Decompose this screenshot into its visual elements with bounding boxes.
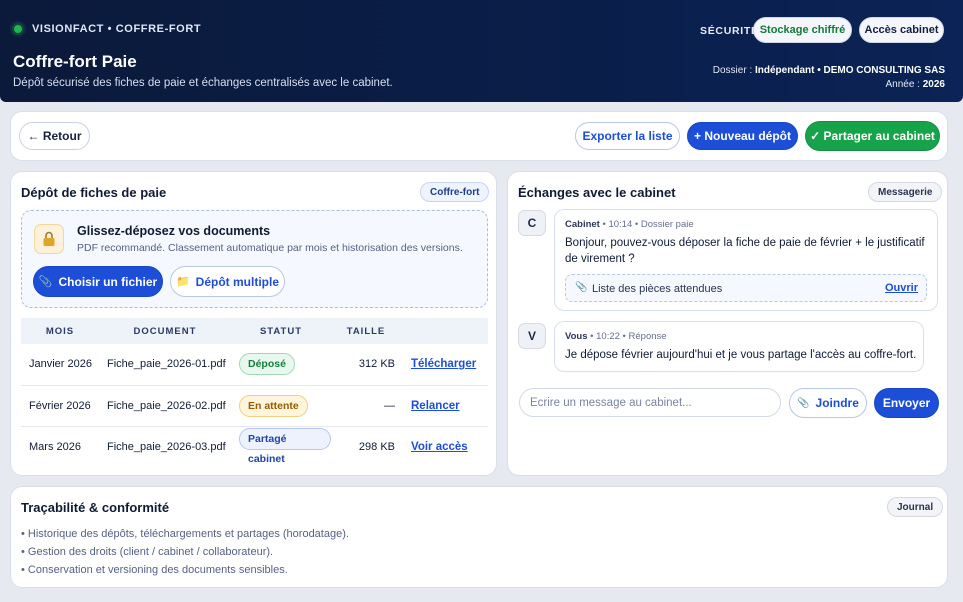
status-badge: Partagé cabinet: [239, 428, 331, 465]
status-badge: En attente: [239, 394, 308, 417]
multi-upload-button[interactable]: 📁 Dépôt multiple: [170, 266, 285, 297]
message-meta: Vous • 10:22 • Réponse: [565, 331, 667, 342]
message-bubble: Vous • 10:22 • Réponse Je dépose février…: [554, 321, 924, 372]
col-action: [401, 318, 488, 344]
journal-tag: Journal: [887, 497, 944, 517]
vault-tag: Coffre-fort: [420, 182, 490, 202]
lock-icon: [34, 224, 64, 254]
export-list-button[interactable]: Exporter la liste: [575, 122, 680, 150]
row-month: Février 2026: [21, 385, 99, 427]
app-header: VISIONFACT • COFFRE-FORT Coffre-fort Pai…: [0, 0, 963, 102]
message-text: Je dépose février aujourd'hui et je vous…: [565, 349, 917, 361]
send-button[interactable]: Envoyer: [874, 388, 939, 418]
dossier-info: Dossier : Indépendant • DEMO CONSULTING …: [713, 64, 945, 92]
attach-button[interactable]: 📎 Joindre: [789, 388, 867, 418]
cabinet-access-badge[interactable]: Accès cabinet: [859, 17, 944, 43]
payslip-table: MOIS DOCUMENT STATUT TAILLE Janvier 2026…: [21, 318, 488, 467]
dossier-value: Indépendant • DEMO CONSULTING SAS: [755, 65, 945, 76]
brand-label: VISIONFACT • COFFRE-FORT: [32, 23, 202, 35]
col-size: TAILLE: [331, 318, 401, 344]
multi-upload-label: Dépôt multiple: [195, 274, 280, 289]
table-row: Février 2026 Fiche_paie_2026-02.pdf En a…: [21, 385, 488, 427]
message-input[interactable]: [519, 388, 781, 417]
chat-panel: Échanges avec le cabinet Messagerie C Ca…: [507, 171, 948, 476]
message-bubble: Cabinet • 10:14 • Dossier paie Bonjour, …: [554, 209, 938, 311]
col-document: DOCUMENT: [99, 318, 231, 344]
row-document: Fiche_paie_2026-02.pdf: [99, 385, 231, 427]
row-size: 298 KB: [358, 440, 395, 453]
brand: VISIONFACT • COFFRE-FORT: [12, 23, 201, 35]
deposit-panel: Dépôt de fiches de paie Coffre-fort Glis…: [10, 171, 497, 476]
table-row: Mars 2026 Fiche_paie_2026-03.pdf Partagé…: [21, 426, 488, 467]
paperclip-icon: 📎: [575, 282, 588, 293]
table-row: Janvier 2026 Fiche_paie_2026-01.pdf Dépo…: [21, 344, 488, 386]
chat-title: Échanges avec le cabinet: [518, 185, 676, 200]
col-month: MOIS: [21, 318, 99, 344]
back-button[interactable]: ← Retour: [19, 122, 90, 150]
download-link[interactable]: Télécharger: [411, 358, 476, 370]
avatar: C: [518, 210, 546, 236]
choose-file-label: Choisir un fichier: [58, 274, 158, 289]
dropzone-title: Glissez-déposez vos documents: [77, 224, 271, 238]
dropzone-subtitle: PDF recommandé. Classement automatique p…: [77, 242, 463, 254]
row-month: Mars 2026: [29, 440, 81, 453]
share-cabinet-button[interactable]: ✓ Partager au cabinet: [805, 121, 940, 151]
folder-icon: 📁: [175, 276, 190, 288]
encrypted-storage-badge[interactable]: Stockage chiffré: [753, 17, 852, 43]
open-attachment-link[interactable]: Ouvrir: [885, 282, 918, 294]
deposit-title: Dépôt de fiches de paie: [21, 185, 167, 200]
message-author: Cabinet: [565, 219, 600, 230]
status-badge: Déposé: [239, 353, 295, 376]
attach-label: Joindre: [815, 396, 859, 410]
attachment[interactable]: 📎 Liste des pièces attendues Ouvrir: [565, 274, 927, 302]
message-text: Bonjour, pouvez-vous déposer la fiche de…: [565, 237, 925, 265]
dossier-label: Dossier :: [712, 65, 753, 76]
table-header: MOIS DOCUMENT STATUT TAILLE: [21, 318, 488, 344]
messaging-tag: Messagerie: [868, 182, 943, 202]
row-document: Fiche_paie_2026-01.pdf: [99, 344, 231, 386]
year-value: 2026: [922, 79, 945, 90]
message-time: • 10:22 • Réponse: [590, 331, 667, 342]
choose-file-button[interactable]: 📎 Choisir un fichier: [33, 266, 163, 297]
row-document: Fiche_paie_2026-03.pdf: [107, 440, 226, 453]
toolbar: ← Retour Exporter la liste + Nouveau dép…: [10, 111, 948, 161]
avatar: V: [518, 323, 546, 349]
compliance-panel: Traçabilité & conformité Journal • Histo…: [10, 486, 948, 588]
remind-link[interactable]: Relancer: [411, 400, 460, 412]
row-size: 312 KB: [331, 344, 401, 386]
row-month: Janvier 2026: [21, 344, 99, 386]
message-time: • 10:14 • Dossier paie: [602, 219, 694, 230]
compliance-item: • Historique des dépôts, téléchargements…: [21, 528, 349, 540]
message-author: Vous: [565, 331, 588, 342]
year-label: Année :: [885, 79, 920, 90]
compliance-item: • Gestion des droits (client / cabinet /…: [21, 546, 274, 558]
row-size: —: [331, 385, 401, 427]
dropzone[interactable]: Glissez-déposez vos documents PDF recomm…: [21, 210, 488, 308]
message-meta: Cabinet • 10:14 • Dossier paie: [565, 219, 694, 230]
page-title: Coffre-fort Paie: [13, 52, 137, 71]
paperclip-icon: 📎: [797, 397, 810, 409]
paperclip-icon: 📎: [38, 276, 53, 288]
view-access-link[interactable]: Voir accès: [411, 441, 468, 453]
security-label: SÉCURITÉ: [700, 25, 759, 37]
status-dot-icon: [12, 23, 24, 35]
col-status: STATUT: [231, 318, 331, 344]
page-subtitle: Dépôt sécurisé des fiches de paie et éch…: [13, 77, 393, 89]
compliance-item: • Conservation et versioning des documen…: [21, 564, 288, 576]
compliance-title: Traçabilité & conformité: [21, 500, 170, 515]
new-deposit-button[interactable]: + Nouveau dépôt: [687, 122, 798, 150]
attachment-label: Liste des pièces attendues: [592, 283, 723, 295]
